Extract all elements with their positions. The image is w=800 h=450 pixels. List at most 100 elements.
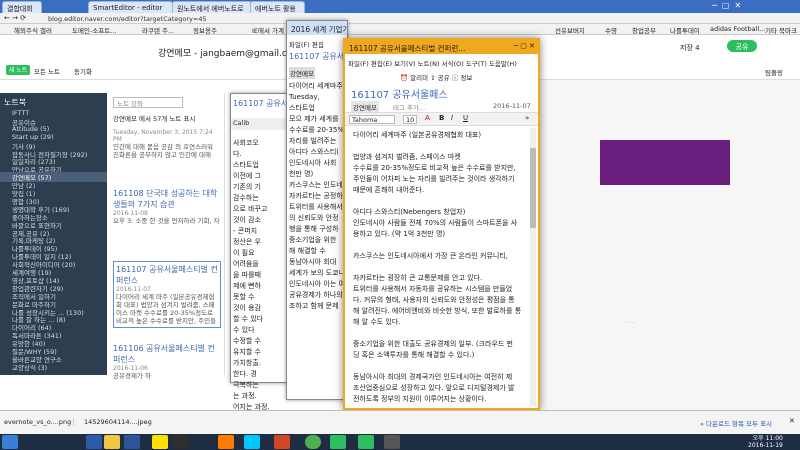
- note-card[interactable]: 161106 공유서울페스티벌 컨퍼런스 2016-11-06 공유경제가 하: [113, 343, 221, 380]
- start-icon[interactable]: [2, 435, 18, 449]
- share-button[interactable]: 공유: [727, 40, 757, 52]
- text-line: 조산업중심으로 성장하고 있다. 앞으로 디지털경제가 발: [353, 384, 515, 392]
- window-title[interactable]: 161107 공유서울페스티벌 컨퍼런...: [345, 40, 538, 54]
- share-button[interactable]: 공유: [438, 74, 450, 82]
- text-color-icon[interactable]: A: [425, 114, 430, 122]
- powerpoint-icon[interactable]: [274, 435, 290, 449]
- scrollbar[interactable]: [530, 128, 536, 406]
- explorer-icon[interactable]: [104, 435, 120, 449]
- photoshop-icon[interactable]: [244, 435, 260, 449]
- bookmark[interactable]: 나를투데이: [670, 25, 700, 35]
- new-note-button[interactable]: 새 노트: [6, 65, 30, 75]
- note-card-title: 161106 공유서울페스티벌 컨퍼런스: [113, 344, 215, 364]
- sidebar-item[interactable]: Start up (29): [12, 133, 54, 141]
- browser-tab[interactable]: SmartEditor - editor: [88, 1, 173, 13]
- browser-tab[interactable]: 결합대회: [2, 1, 42, 13]
- format-toolbar: Tahoma 10 A B I U »: [345, 112, 538, 126]
- bold-icon[interactable]: B: [439, 114, 444, 122]
- menu-format[interactable]: 서식(O): [442, 60, 464, 68]
- bookmark[interactable]: 기타 북마크: [765, 25, 797, 35]
- bookmark[interactable]: 해외주식 갤러: [14, 25, 52, 35]
- download-item[interactable]: evernote_vs_o....png: [4, 418, 74, 426]
- text-line: 정산은 우: [233, 238, 261, 246]
- reminder-button[interactable]: 알리미: [410, 74, 428, 82]
- menu-edit[interactable]: 편집(E): [371, 60, 392, 68]
- nav-buttons[interactable]: ← → ⟳: [4, 14, 26, 22]
- show-all-downloads-link[interactable]: » 다운로드 항목 모두 표시: [700, 418, 772, 428]
- menu-help[interactable]: 도움말(H): [489, 60, 517, 68]
- bookmark[interactable]: 라쿠텐 주...: [142, 25, 174, 35]
- text-line: 스타트업: [233, 161, 259, 169]
- bookmark[interactable]: IE에서 가계: [252, 25, 284, 35]
- browser-tab[interactable]: 에버노트 활용: [250, 1, 305, 13]
- font-select[interactable]: Tahoma: [349, 115, 395, 124]
- illustrator-icon[interactable]: [218, 435, 234, 449]
- text-line: 법양과 섬겨지 벌려줌, 스페이스 마켓: [353, 153, 461, 161]
- chrome-icon[interactable]: [305, 435, 321, 449]
- notebook-chip[interactable]: 강연메모: [289, 67, 315, 79]
- share-icon[interactable]: ⇪: [430, 74, 435, 82]
- menu-note[interactable]: 노트(N): [418, 60, 440, 68]
- bookmark[interactable]: adidas Football...: [710, 25, 765, 33]
- download-item[interactable]: 14529604114....jpeg: [84, 418, 154, 426]
- sidebar-item[interactable]: IFTTT: [12, 109, 29, 117]
- bookmark[interactable]: 선유보버지: [555, 25, 585, 35]
- note-editor-body[interactable]: 다이어리 세계마주 (일본공유경제협회 대표) 법양과 섬겨지 벌려줌, 스페이…: [353, 130, 521, 449]
- active-note-window[interactable]: 161107 공유서울페스티벌 컨퍼런... ─ ▢ ✕ 파일(F) 편집(E)…: [343, 38, 540, 447]
- bookmark[interactable]: 정보용주: [193, 25, 217, 35]
- note-date: 2016-11-07: [493, 102, 531, 110]
- text-line: 으로 바꾸고: [233, 205, 268, 213]
- text-line: 을 따를때: [233, 271, 261, 279]
- app-icon[interactable]: [384, 435, 400, 449]
- clock: 오후 11:00 2016-11-19: [748, 435, 783, 449]
- note-card[interactable]: Tuesday, November 3, 2015 7:24 PM 인간에 대해 …: [113, 129, 221, 159]
- all-notes-button[interactable]: 모든 노트: [34, 66, 60, 76]
- italic-icon[interactable]: I: [451, 114, 453, 122]
- bookmark[interactable]: 수영: [605, 25, 617, 35]
- browser-tab[interactable]: 원노트에서 에버노트로: [172, 1, 252, 13]
- evernote-icon[interactable]: [330, 435, 346, 449]
- word-icon[interactable]: [124, 435, 140, 449]
- text-line: 딩 혹은 소액투자를 통해 해결할 수 있다.): [353, 351, 475, 359]
- bookmark[interactable]: 창업공부: [632, 25, 656, 35]
- address-bar[interactable]: ← → ⟳ blog.editor.naver.com/editor?targe…: [0, 13, 800, 24]
- menu-bar[interactable]: 파일(F) 편집: [289, 39, 324, 49]
- bookmark[interactable]: 도메인-소프트...: [72, 25, 116, 35]
- info-button[interactable]: 정보: [460, 74, 472, 82]
- url-text[interactable]: blog.editor.naver.com/editor?targetCateg…: [48, 15, 207, 23]
- user-menu[interactable]: 팀플링: [765, 67, 783, 77]
- account-title: 강연메모 - jangbaem@gmail.com: [158, 49, 302, 59]
- save-counter: 저장 4: [680, 44, 700, 52]
- tag-input[interactable]: 태그 추가...: [393, 102, 425, 112]
- note-card[interactable]: 161107 공유서울페스티벌 컨퍼런스 2016-11-07 다이어리 세계 마주…: [113, 261, 221, 328]
- alarm-icon[interactable]: ⏰: [400, 74, 408, 82]
- sidebar-item[interactable]: Attitude (5): [12, 125, 49, 133]
- evernote-icon[interactable]: [358, 435, 374, 449]
- menu-view[interactable]: 보기(V): [394, 60, 415, 68]
- text-line: 기존의 기: [233, 183, 261, 191]
- font-size-select[interactable]: 10: [403, 115, 417, 124]
- info-icon[interactable]: ⓘ: [452, 74, 459, 82]
- ie-icon[interactable]: [86, 435, 102, 449]
- note-card[interactable]: 161108 단국대 성공하는 대학생들의 7가지 습관 2016-11-08 오후…: [113, 188, 221, 225]
- text-line: [353, 196, 521, 207]
- window-controls[interactable]: ─ ▢ ✕: [712, 1, 741, 10]
- notebook-label: Calib: [233, 119, 250, 127]
- menu-tools[interactable]: 도구(T): [466, 60, 487, 68]
- sync-button[interactable]: 동기화: [74, 66, 92, 76]
- sidebar-item[interactable]: 교양상식 (3): [12, 362, 47, 372]
- more-icon[interactable]: »: [525, 114, 529, 122]
- window-title[interactable]: 2016 세계 기업가정신 주간 - Ever...: [287, 21, 347, 35]
- text-line: 아디다 스와스티(Nebengers 창업자): [353, 208, 466, 216]
- app-icon[interactable]: [173, 435, 189, 449]
- underline-icon[interactable]: U: [463, 114, 468, 122]
- search-input[interactable]: 노트 강좌: [113, 97, 183, 108]
- window-controls[interactable]: ─ ▢ ✕: [514, 42, 535, 50]
- note-card-snippet: 다이어리 세계 마주 (일본공유경제협회 대표) 법양과 섬겨지 벌려줌, 스페…: [116, 293, 217, 325]
- note-window-back[interactable]: 161107 공유서울페... Calib 사회코오 다. 스타트업 이전에 그 기존…: [230, 93, 311, 411]
- evernote-window-2[interactable]: 2016 세계 기업가정신 주간 - Ever... 파일(F) 편집 1611…: [286, 20, 381, 400]
- kakaotalk-icon[interactable]: [152, 435, 168, 449]
- close-icon[interactable]: ✕: [789, 417, 795, 425]
- menu-file[interactable]: 파일(F): [348, 60, 369, 68]
- note-title-input[interactable]: 161107 공유서울페스: [351, 86, 448, 101]
